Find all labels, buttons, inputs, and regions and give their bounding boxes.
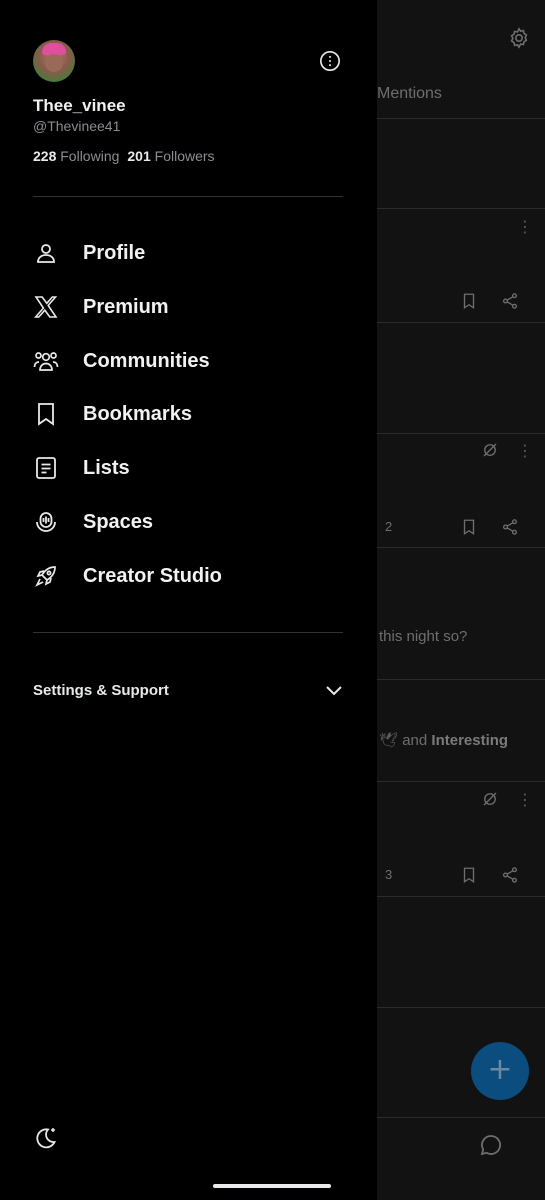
divider xyxy=(33,196,343,197)
display-name[interactable]: Thee_vinee xyxy=(33,96,126,116)
user-handle: @Thevinee41 xyxy=(33,118,121,134)
share-icon[interactable] xyxy=(501,292,519,310)
divider xyxy=(377,781,545,782)
more-options-icon[interactable] xyxy=(319,50,341,72)
following-count: 228 xyxy=(33,148,57,164)
divider xyxy=(377,679,545,680)
x-logo-icon xyxy=(33,294,59,320)
menu-item-label: Profile xyxy=(83,241,146,264)
post-snippet: 🕊 and Interesting xyxy=(379,732,509,749)
divider xyxy=(377,547,545,548)
plus-icon: + xyxy=(487,1052,513,1087)
like-count: 2 xyxy=(385,519,393,534)
rocket-icon xyxy=(33,563,59,589)
messages-icon[interactable] xyxy=(479,1133,503,1157)
settings-support-label: Settings & Support xyxy=(33,681,169,699)
divider xyxy=(377,322,545,323)
menu-item-label: Spaces xyxy=(83,510,154,533)
divider xyxy=(377,896,545,897)
menu-item-premium[interactable]: Premium xyxy=(33,287,343,327)
menu-item-communities[interactable]: Communities xyxy=(33,341,343,381)
menu-item-label: Bookmarks xyxy=(83,402,192,425)
divider xyxy=(377,208,545,209)
more-icon[interactable]: ⋮ xyxy=(517,793,533,809)
menu-item-label: Creator Studio xyxy=(83,564,222,587)
avatar-face xyxy=(45,54,63,72)
grok-icon[interactable] xyxy=(481,441,499,459)
grok-icon[interactable] xyxy=(481,790,499,808)
spaces-icon xyxy=(33,509,59,535)
followers-link[interactable]: 201 Followers xyxy=(127,148,214,164)
menu-item-label: Communities xyxy=(83,349,210,372)
chevron-down-icon xyxy=(326,686,342,696)
following-label: Following xyxy=(60,148,120,164)
settings-gear-icon[interactable] xyxy=(507,26,531,50)
followers-label: Followers xyxy=(154,148,215,164)
menu-item-spaces[interactable]: Spaces xyxy=(33,502,343,542)
menu-item-creator-studio[interactable]: Creator Studio xyxy=(33,556,343,596)
divider xyxy=(377,433,545,434)
communities-icon xyxy=(33,348,59,374)
menu-item-bookmarks[interactable]: Bookmarks xyxy=(33,394,343,434)
post-snippet: this night so? xyxy=(379,628,468,645)
follow-stats: 228 Following 201 Followers xyxy=(33,148,215,164)
more-icon[interactable]: ⋮ xyxy=(517,444,533,460)
followers-count: 201 xyxy=(127,148,151,164)
share-icon[interactable] xyxy=(501,866,519,884)
bookmark-icon xyxy=(33,401,59,427)
bookmark-icon[interactable] xyxy=(460,866,478,884)
divider xyxy=(33,632,343,633)
menu-item-label: Premium xyxy=(83,295,169,318)
bookmark-icon[interactable] xyxy=(460,292,478,310)
share-icon[interactable] xyxy=(501,518,519,536)
compose-button[interactable]: + xyxy=(471,1042,529,1100)
menu-item-lists[interactable]: Lists xyxy=(33,448,343,488)
timeline-background: Mentions ⋮ ⋮ 2 this night so? 🕊 and Inte… xyxy=(377,0,545,1200)
list-icon xyxy=(33,455,59,481)
display-theme-icon[interactable] xyxy=(33,1125,59,1151)
menu-item-profile[interactable]: Profile xyxy=(33,233,343,273)
menu-item-label: Lists xyxy=(83,456,130,479)
tab-mentions[interactable]: Mentions xyxy=(377,85,442,103)
divider xyxy=(377,1117,545,1118)
person-icon xyxy=(33,240,59,266)
home-indicator[interactable] xyxy=(213,1184,331,1188)
like-count: 3 xyxy=(385,867,393,882)
settings-support-toggle[interactable]: Settings & Support xyxy=(33,676,343,704)
bookmark-icon[interactable] xyxy=(460,518,478,536)
more-icon[interactable]: ⋮ xyxy=(517,220,533,236)
avatar[interactable] xyxy=(33,40,75,82)
divider xyxy=(377,1007,545,1008)
navigation-drawer: Thee_vinee @Thevinee41 228 Following 201 … xyxy=(0,0,377,1200)
divider xyxy=(377,118,545,119)
following-link[interactable]: 228 Following xyxy=(33,148,119,164)
